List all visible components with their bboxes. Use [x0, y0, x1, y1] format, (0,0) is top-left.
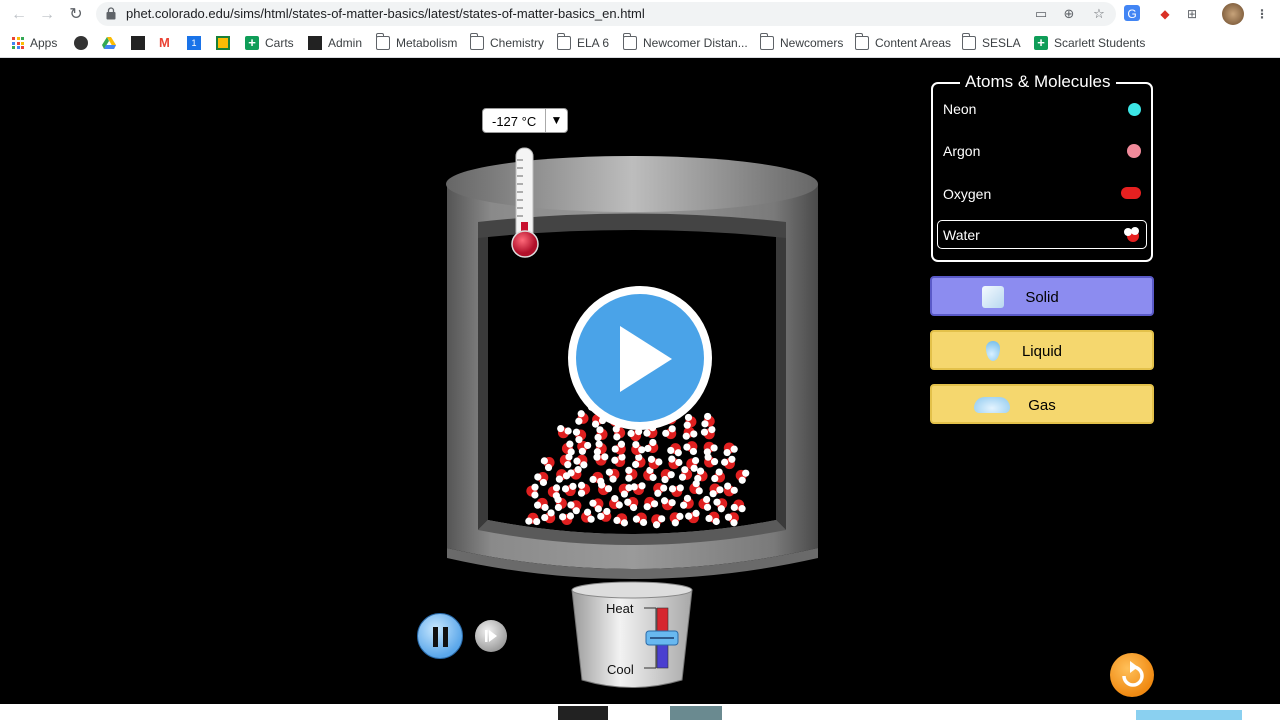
atoms-molecules-title: Atoms & Molecules — [960, 72, 1116, 92]
water-molecule-icon — [1124, 227, 1140, 243]
pause-button[interactable] — [417, 613, 463, 659]
cool-label: Cool — [607, 662, 634, 677]
gas-button[interactable]: Gas — [930, 384, 1154, 424]
pause-icon — [433, 627, 438, 647]
step-forward-icon — [485, 630, 497, 642]
taskbar-thumbnail[interactable] — [558, 706, 608, 720]
os-taskbar — [0, 704, 1280, 720]
radio-argon[interactable]: Argon — [943, 143, 980, 159]
radio-neon[interactable]: Neon — [943, 101, 976, 117]
play-overlay-button[interactable] — [568, 286, 712, 430]
radio-water[interactable]: Water — [943, 227, 980, 243]
taskbar-item[interactable] — [1136, 710, 1242, 720]
container-lid — [446, 156, 818, 212]
taskbar-thumbnail[interactable] — [670, 706, 722, 720]
step-button[interactable] — [475, 620, 507, 652]
neon-atom-icon — [1128, 103, 1141, 116]
argon-atom-icon — [1127, 144, 1141, 158]
temperature-value: -127 °C — [492, 114, 537, 129]
solid-button[interactable]: Solid — [930, 276, 1154, 316]
dropdown-arrow-icon[interactable]: ▼ — [545, 109, 567, 132]
liquid-button[interactable]: Liquid — [930, 330, 1154, 370]
radio-oxygen[interactable]: Oxygen — [943, 186, 991, 202]
reset-arrow-icon — [1122, 661, 1144, 687]
temperature-readout[interactable]: -127 °C ▼ — [482, 108, 568, 133]
oxygen-molecule-icon — [1121, 187, 1141, 199]
heat-label: Heat — [606, 601, 634, 616]
